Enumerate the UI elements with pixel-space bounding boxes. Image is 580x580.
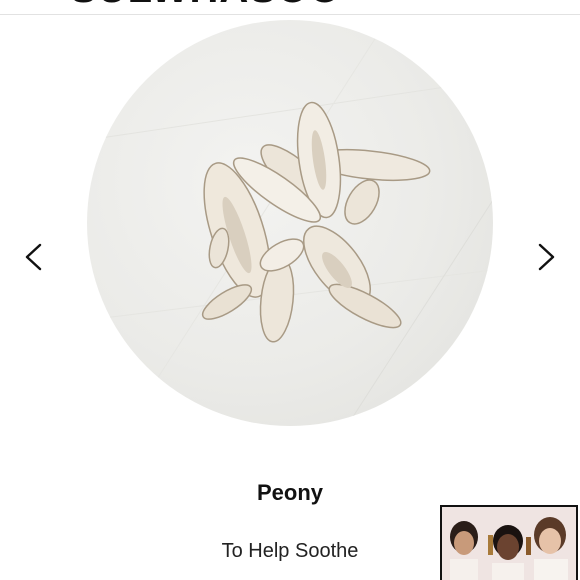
site-header: SULWHASOO xyxy=(0,0,580,15)
chevron-left-icon xyxy=(25,243,42,271)
ingredient-image xyxy=(87,20,493,426)
brand-logo[interactable]: SULWHASOO xyxy=(70,0,341,12)
video-thumbnail[interactable] xyxy=(440,505,578,580)
dried-peony-root-icon xyxy=(87,20,493,426)
models-video-thumbnail-icon xyxy=(442,507,576,580)
ingredient-page: SULWHASOO xyxy=(0,0,580,580)
carousel-next-button[interactable] xyxy=(526,237,566,277)
carousel-prev-button[interactable] xyxy=(14,237,54,277)
ingredient-carousel xyxy=(0,15,580,445)
ingredient-name: Peony xyxy=(256,480,324,505)
chevron-right-icon xyxy=(538,243,555,271)
